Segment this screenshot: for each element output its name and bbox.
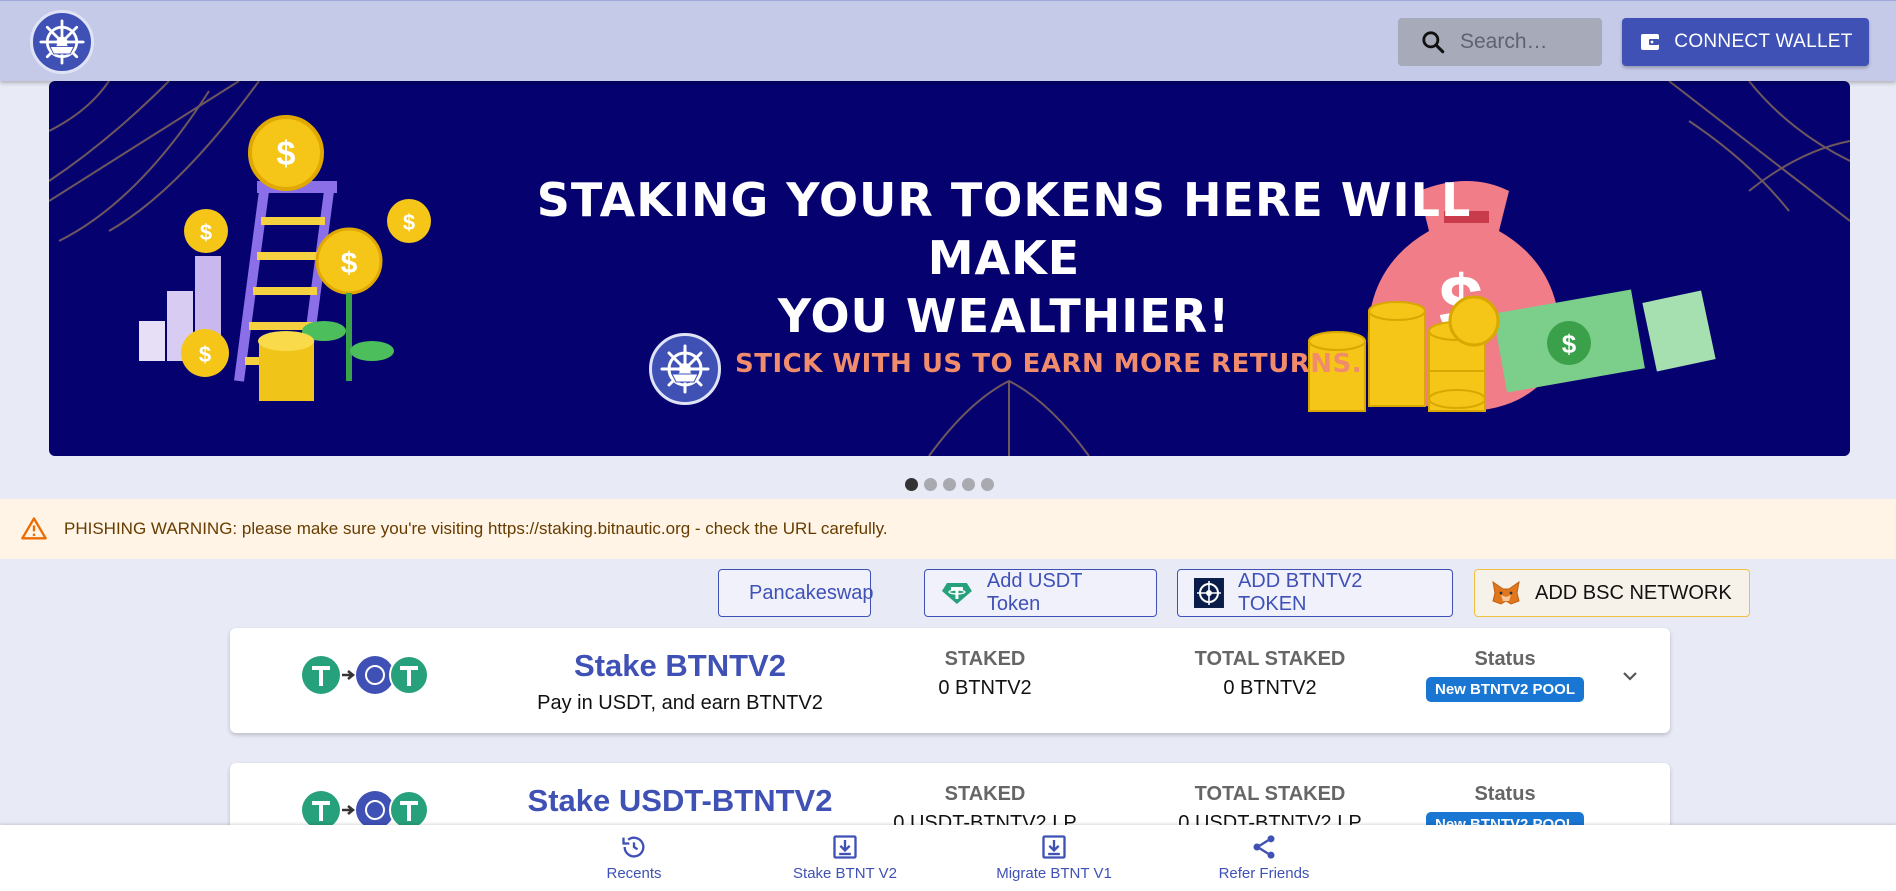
nav-stake-btnt-v2[interactable]: Stake BTNT V2 (760, 833, 930, 882)
svg-text:$: $ (341, 247, 358, 280)
add-btntv2-label: ADD BTNTV2 TOKEN (1237, 570, 1363, 615)
staked-label: STAKED (944, 648, 1026, 670)
nav-stake-btnt-v2-label: Stake BTNT V2 (793, 865, 897, 882)
warning-text: PHISHING WARNING: please make sure you'r… (64, 519, 888, 538)
total-staked-label: TOTAL STAKED (1194, 783, 1346, 805)
wallet-icon (1641, 34, 1660, 50)
total-staked-label: TOTAL STAKED (1194, 648, 1346, 670)
pool-subtitle: Pay in USDT, and earn BTNTV2 (537, 692, 823, 714)
download-icon (833, 835, 857, 859)
carousel-dot-2[interactable] (924, 478, 937, 491)
svg-text:$: $ (277, 135, 296, 173)
connect-wallet-button[interactable]: CONNECT WALLET (1622, 18, 1869, 66)
staked-label: STAKED (944, 783, 1026, 805)
ship-wheel-icon (660, 344, 710, 394)
svg-text:$: $ (199, 342, 211, 367)
staked-column: STAKED 0 BTNTV2 (885, 648, 1085, 700)
usdt-to-btntv2-pair-icon (302, 655, 429, 695)
total-staked-value: 0 BTNTV2 (1223, 677, 1317, 699)
banner-subtitle: STICK WITH US TO EARN MORE RETURNS. (735, 349, 1363, 379)
chevron-down-icon[interactable] (1618, 664, 1642, 688)
share-icon (1253, 835, 1275, 859)
add-usdt-button[interactable]: Add USDT Token (924, 569, 1157, 617)
pool-title: Stake USDT-BTNTV2 (527, 783, 833, 818)
svg-text:$: $ (200, 220, 212, 245)
nav-migrate-btnt-v1[interactable]: Migrate BTNT V1 (969, 833, 1139, 882)
pool-title: Stake BTNTV2 (574, 648, 786, 683)
btntv2-token-icon (1194, 578, 1224, 608)
pool-card-stake-btntv2[interactable]: Stake BTNTV2 Pay in USDT, and earn BTNTV… (230, 628, 1670, 733)
status-badge: New BTNTV2 POOL (1425, 677, 1585, 702)
carousel-dot-3[interactable] (943, 478, 956, 491)
status-column: Status New BTNTV2 POOL (1405, 648, 1605, 702)
search-input[interactable] (1460, 30, 1590, 54)
nav-recents[interactable]: Recents (549, 833, 719, 882)
bitnautic-logo[interactable] (30, 10, 94, 74)
nav-refer-friends-label: Refer Friends (1218, 865, 1310, 882)
add-bsc-network-label: ADD BSC NETWORK (1535, 581, 1732, 604)
carousel-dot-1[interactable] (905, 478, 918, 491)
add-btntv2-button[interactable]: ADD BTNTV2 TOKEN (1177, 569, 1453, 617)
phishing-warning: PHISHING WARNING: please make sure you'r… (0, 499, 1896, 559)
staked-value: 0 BTNTV2 (938, 677, 1032, 699)
bottom-navigation: Recents Stake BTNT V2 Migrate BTNT V1 Re… (0, 825, 1896, 891)
carousel-dot-4[interactable] (962, 478, 975, 491)
add-usdt-label: Add USDT Token (986, 570, 1083, 615)
ship-wheel-icon (39, 19, 85, 65)
add-bsc-network-button[interactable]: ADD BSC NETWORK (1474, 569, 1750, 617)
nav-refer-friends[interactable]: Refer Friends (1179, 833, 1349, 882)
search-box[interactable] (1398, 18, 1602, 66)
banner-title-line1: STAKING YOUR TOKENS HERE WILL MAKE (536, 173, 1472, 285)
history-icon (622, 836, 645, 858)
nav-migrate-btnt-v1-label: Migrate BTNT V1 (996, 865, 1112, 882)
svg-text:$: $ (403, 210, 415, 235)
download-icon (1042, 835, 1066, 859)
metamask-fox-icon (1492, 580, 1520, 605)
status-label: Status (1474, 783, 1536, 805)
search-icon (1422, 31, 1445, 54)
status-label: Status (1474, 648, 1536, 670)
svg-text:$: $ (1562, 329, 1577, 359)
promo-banner[interactable]: $ $ $ $ $ $ $ STAKING YOUR (49, 81, 1850, 456)
nav-recents-label: Recents (606, 865, 662, 882)
carousel-dots (905, 478, 994, 491)
warning-icon (21, 517, 47, 540)
carousel-dot-5[interactable] (981, 478, 994, 491)
tether-icon (941, 583, 972, 604)
pancakeswap-button[interactable]: Pancakeswap (718, 569, 874, 617)
banner-title-line2: YOU WEALTHIER! (777, 289, 1231, 343)
connect-wallet-label: CONNECT WALLET (1674, 31, 1853, 52)
pancakeswap-label: Pancakeswap (749, 581, 874, 604)
banner-logo (649, 333, 721, 405)
total-staked-column: TOTAL STAKED 0 BTNTV2 (1150, 648, 1390, 700)
app-header: CONNECT WALLET (0, 0, 1896, 81)
banner-headline: STAKING YOUR TOKENS HERE WILL MAKE YOU W… (469, 171, 1539, 345)
